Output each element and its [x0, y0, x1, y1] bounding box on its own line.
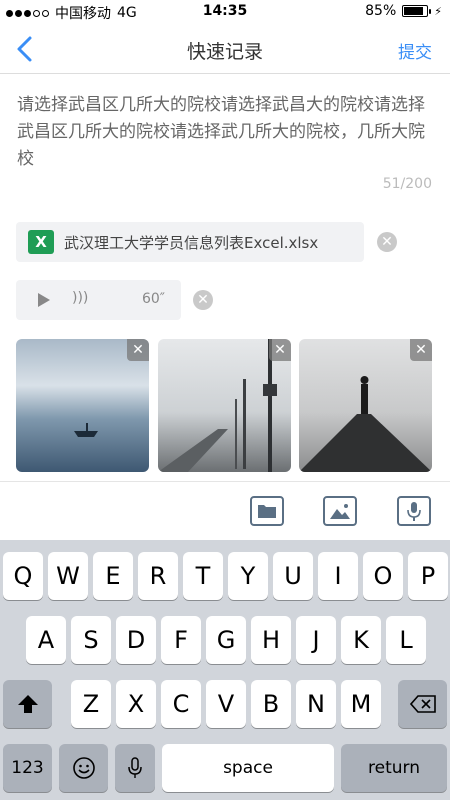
key-o[interactable]: O	[363, 552, 403, 600]
file-attachment[interactable]: X 武汉理工大学学员信息列表Excel.xlsx	[16, 222, 364, 262]
photo-thumbnail-railway[interactable]: ✕	[158, 339, 291, 472]
remove-file-icon[interactable]: ✕	[377, 232, 397, 252]
key-s[interactable]: S	[71, 616, 111, 664]
key-y[interactable]: Y	[228, 552, 268, 600]
emoji-key[interactable]	[59, 744, 108, 792]
image-icon[interactable]	[323, 496, 357, 526]
note-text-area[interactable]: 请选择武昌区几所大的院校请选择武昌大的院校请选择武昌区几所大的院校请选择武几所大…	[17, 92, 437, 173]
photo-thumbnail-pier-person[interactable]: ✕	[299, 339, 432, 472]
key-q[interactable]: Q	[3, 552, 43, 600]
key-d[interactable]: D	[116, 616, 156, 664]
keyboard: 123 space return QWERTYUIOP ASDFGHJKL ZXCV…	[0, 540, 450, 800]
remove-photo-icon[interactable]: ✕	[127, 339, 149, 361]
return-key[interactable]: return	[341, 744, 447, 792]
numbers-key[interactable]: 123	[3, 744, 52, 792]
microphone-icon[interactable]	[397, 496, 431, 526]
key-h[interactable]: H	[251, 616, 291, 664]
file-name: 武汉理工大学学员信息列表Excel.xlsx	[64, 233, 319, 252]
key-r[interactable]: R	[138, 552, 178, 600]
key-z[interactable]: Z	[71, 680, 111, 728]
sound-wave-icon: )))	[72, 290, 89, 306]
battery-percent: 85%	[365, 3, 397, 19]
key-n[interactable]: N	[296, 680, 336, 728]
key-k[interactable]: K	[341, 616, 381, 664]
key-j[interactable]: J	[296, 616, 336, 664]
key-w[interactable]: W	[48, 552, 88, 600]
key-x[interactable]: X	[116, 680, 156, 728]
key-g[interactable]: G	[206, 616, 246, 664]
dictation-key[interactable]	[115, 744, 155, 792]
character-counter: 51/200	[382, 176, 432, 192]
shift-key[interactable]	[3, 680, 52, 728]
key-v[interactable]: V	[206, 680, 246, 728]
key-a[interactable]: A	[26, 616, 66, 664]
delete-key[interactable]	[398, 680, 447, 728]
status-bar: 中国移动 4G 14:35 85% ⚡	[0, 0, 450, 24]
status-right: 85% ⚡	[365, 3, 442, 19]
voice-duration: 60″	[141, 291, 165, 307]
key-l[interactable]: L	[386, 616, 426, 664]
key-u[interactable]: U	[273, 552, 313, 600]
remove-photo-icon[interactable]: ✕	[269, 339, 291, 361]
folder-icon[interactable]	[250, 496, 284, 526]
key-m[interactable]: M	[341, 680, 381, 728]
page-title: 快速记录	[186, 41, 263, 63]
photo-thumbnail-lake-boat[interactable]: ✕	[16, 339, 149, 472]
navigation-bar: 快速记录 提交	[0, 24, 450, 74]
key-f[interactable]: F	[161, 616, 201, 664]
space-key[interactable]: space	[162, 744, 334, 792]
submit-button[interactable]: 提交	[398, 38, 432, 63]
remove-voice-icon[interactable]: ✕	[193, 290, 213, 310]
voice-memo[interactable]: ))) 60″	[16, 280, 181, 320]
key-b[interactable]: B	[251, 680, 291, 728]
excel-file-icon: X	[28, 230, 54, 254]
key-e[interactable]: E	[93, 552, 133, 600]
key-c[interactable]: C	[161, 680, 201, 728]
remove-photo-icon[interactable]: ✕	[410, 339, 432, 361]
battery-icon	[402, 5, 432, 17]
play-icon[interactable]	[38, 293, 50, 307]
attachment-toolbar	[0, 481, 450, 539]
key-i[interactable]: I	[318, 552, 358, 600]
key-t[interactable]: T	[183, 552, 223, 600]
charging-icon: ⚡	[434, 4, 442, 18]
key-p[interactable]: P	[408, 552, 448, 600]
